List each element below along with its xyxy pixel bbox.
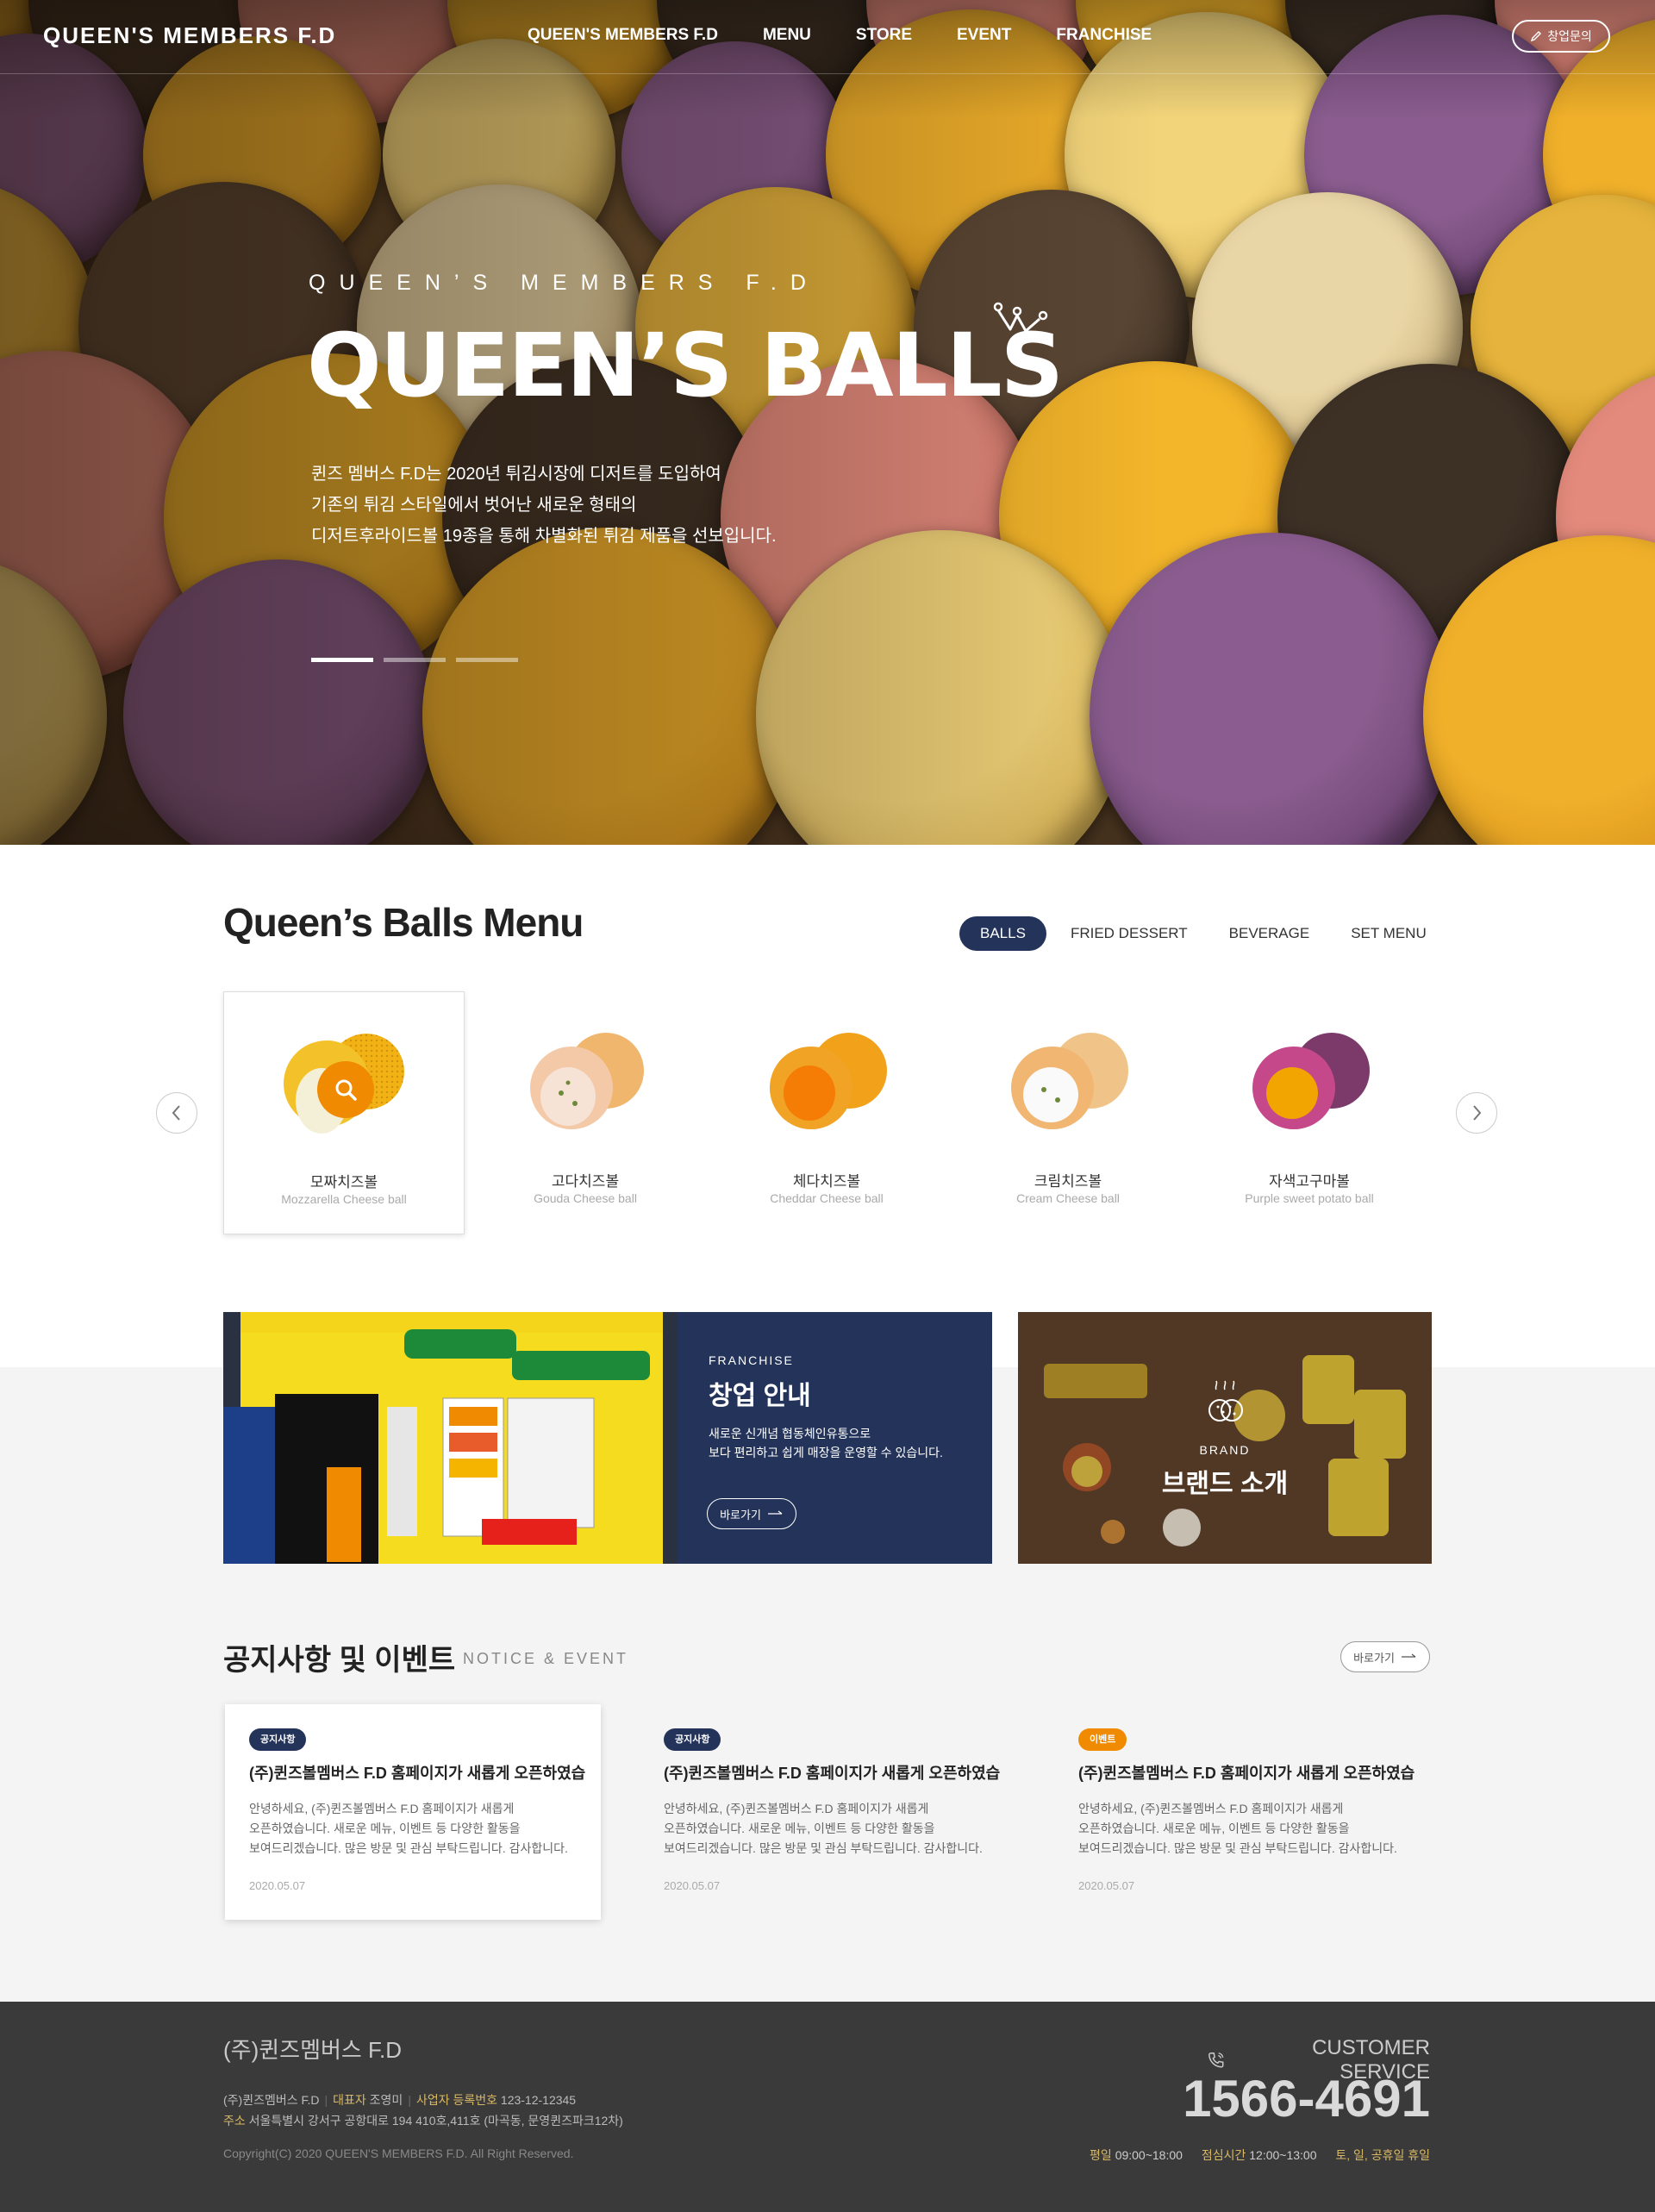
product-card-purple-potato[interactable]: 자색고구마볼 Purple sweet potato ball <box>1189 991 1430 1234</box>
tab-fried-dessert[interactable]: FRIED DESSERT <box>1050 916 1208 951</box>
hero-description: 퀸즈 멤버스 F.D는 2020년 튀김시장에 디저트를 도입하여 기존의 튀김… <box>311 465 777 546</box>
event-body: 안녕하세요, (주)퀸즈볼멤버스 F.D 홈페이지가 새롭게 오픈하였습니다. … <box>1078 1802 1397 1855</box>
crown-icon <box>993 302 1048 333</box>
tab-set-menu[interactable]: SET MENU <box>1330 916 1447 951</box>
brand-title: 브랜드 소개 <box>1161 1470 1289 1498</box>
chevron-right-icon <box>1473 1105 1482 1121</box>
notice-body: 안녕하세요, (주)퀸즈볼멤버스 F.D 홈페이지가 새롭게 오픈하였습니다. … <box>249 1802 568 1855</box>
customer-service-phone[interactable]: 1566-4691 <box>1121 2069 1430 2128</box>
nav-item-event[interactable]: EVENT <box>957 26 1011 45</box>
notice-title: (주)퀸즈볼멤버스 F.D 홈페이지가 새롭게 오픈하였습... <box>664 1765 1000 1782</box>
brand-ball-icon <box>1208 1380 1243 1422</box>
notice-title: (주)퀸즈볼멤버스 F.D 홈페이지가 새롭게 오픈하였습... <box>249 1765 585 1782</box>
nav-item-franchise[interactable]: FRANCHISE <box>1056 26 1152 45</box>
hero-banner: QUEEN'S MEMBERS F.D QUEEN'S MEMBERS F.D … <box>0 0 1655 845</box>
product-name: 자색고구마볼 <box>1269 1173 1350 1190</box>
customer-service-hours: 평일 09:00~18:00 점심시간 12:00~13:00 토, 일, 공휴… <box>1090 2148 1430 2162</box>
top-navigation-bar: QUEEN'S MEMBERS F.D QUEEN'S MEMBERS F.D … <box>0 0 1655 74</box>
site-logo[interactable]: QUEEN'S MEMBERS F.D <box>43 22 336 49</box>
brand-photo <box>1018 1312 1432 1564</box>
carousel-prev-button[interactable] <box>156 1092 197 1134</box>
notice-more-button[interactable]: 바로가기 <box>1340 1641 1430 1672</box>
footer-logo: (주)퀸즈멤버스 F.D <box>223 2037 403 2063</box>
site-footer: (주)퀸즈멤버스 F.D (주)퀸즈멤버스 F.D | 대표자 조영미 | 사업자 등록… <box>0 2002 1655 2212</box>
product-card-cheddar[interactable]: 체다치즈볼 Cheddar Cheese ball <box>706 991 947 1234</box>
cheddar-ball-image <box>770 1033 887 1129</box>
product-name: 크림치즈볼 <box>1034 1173 1102 1190</box>
nav-item-store[interactable]: STORE <box>856 26 912 45</box>
footer-address: 주소 서울특별시 강서구 공항대로 194 410호,411호 (마곡동, 문영… <box>223 2114 623 2128</box>
nav-item-about[interactable]: QUEEN'S MEMBERS F.D <box>528 26 718 45</box>
purple-potato-ball-image <box>1252 1033 1370 1129</box>
pencil-icon <box>1531 31 1542 42</box>
notice-badge: 공지사항 <box>249 1728 307 1751</box>
product-card-gouda[interactable]: 고다치즈볼 Gouda Cheese ball <box>465 991 706 1234</box>
cream-ball-image <box>1011 1033 1128 1129</box>
store-illustration <box>223 1312 677 1564</box>
consult-label: 창업문의 <box>1547 29 1592 43</box>
product-name: 고다치즈볼 <box>551 1173 620 1190</box>
chevron-left-icon <box>172 1105 180 1121</box>
franchise-description: 새로운 신개념 협동체인유통으로 보다 편리하고 쉽게 매장을 운영할 수 있습… <box>709 1427 943 1459</box>
main-nav: QUEEN'S MEMBERS F.D MENU STORE EVENT FRA… <box>528 26 1196 45</box>
phone-icon <box>1208 2053 1224 2068</box>
slide-dot-3[interactable] <box>456 658 518 662</box>
slide-dot-1[interactable] <box>311 658 373 662</box>
event-date: 2020.05.07 <box>1078 1879 1135 1892</box>
gouda-ball-image <box>530 1033 644 1129</box>
menu-section-title: Queen’s Balls Menu <box>223 900 584 945</box>
product-name-en: Gouda Cheese ball <box>534 1191 637 1205</box>
product-card-cream[interactable]: 크림치즈볼 Cream Cheese ball <box>947 991 1189 1234</box>
tab-balls[interactable]: BALLS <box>959 916 1046 951</box>
product-name: 체다치즈볼 <box>792 1173 861 1190</box>
carousel-next-button[interactable] <box>1456 1092 1497 1134</box>
footer-copyright: Copyright(C) 2020 QUEEN'S MEMBERS F.D. A… <box>223 2146 574 2160</box>
event-badge: 이벤트 <box>1078 1728 1127 1751</box>
notice-badge: 공지사항 <box>664 1728 721 1751</box>
zoom-button[interactable] <box>317 1061 374 1118</box>
arrow-right-icon <box>767 1510 783 1515</box>
nav-item-menu[interactable]: MENU <box>763 26 811 45</box>
tab-beverage[interactable]: BEVERAGE <box>1208 916 1331 951</box>
brand-panel[interactable]: BRAND 브랜드 소개 <box>1018 1312 1432 1564</box>
notice-section-subtitle: NOTICE & EVENT <box>463 1650 629 1667</box>
notice-section-title: 공지사항 및 이벤트 <box>223 1644 456 1677</box>
footer-company-info: (주)퀸즈멤버스 F.D | 대표자 조영미 | 사업자 등록번호 123-12-123… <box>223 2093 577 2107</box>
product-name-en: Cheddar Cheese ball <box>770 1191 884 1205</box>
franchise-title: 창업 안내 <box>709 1382 811 1410</box>
notice-body: 안녕하세요, (주)퀸즈볼멤버스 F.D 홈페이지가 새롭게 오픈하였습니다. … <box>664 1802 983 1855</box>
product-name: 모짜치즈볼 <box>309 1174 378 1190</box>
event-card[interactable]: 이벤트 (주)퀸즈볼멤버스 F.D 홈페이지가 새롭게 오픈하였습... 안녕하… <box>1054 1704 1430 1920</box>
product-card-mozzarella[interactable]: 모짜치즈볼 Mozzarella Cheese ball <box>223 991 465 1234</box>
store-photo[interactable] <box>223 1312 677 1564</box>
menu-tabs: BALLS FRIED DESSERT BEVERAGE SET MENU <box>959 916 1447 951</box>
notice-date: 2020.05.07 <box>249 1879 306 1892</box>
franchise-label: FRANCHISE <box>709 1353 794 1367</box>
consult-button[interactable]: 창업문의 <box>1512 20 1610 53</box>
search-icon <box>335 1079 357 1101</box>
notice-card[interactable]: 공지사항 (주)퀸즈볼멤버스 F.D 홈페이지가 새롭게 오픈하였습... 안녕… <box>225 1704 601 1920</box>
brand-label: BRAND <box>1199 1443 1251 1457</box>
notice-date: 2020.05.07 <box>664 1879 721 1892</box>
hero-title: QUEEN’S BALLS <box>307 315 1064 417</box>
franchise-panel: FRANCHISE 창업 안내 새로운 신개념 협동체인유통으로 보다 편리하고… <box>677 1312 992 1564</box>
notice-card[interactable]: 공지사항 (주)퀸즈볼멤버스 F.D 홈페이지가 새롭게 오픈하였습... 안녕… <box>640 1704 1015 1920</box>
hero-subtitle: QUEEN’S MEMBERS F.D <box>309 271 820 295</box>
franchise-more-button[interactable]: 바로가기 <box>707 1498 796 1529</box>
slide-dot-2[interactable] <box>384 658 446 662</box>
event-title: (주)퀸즈볼멤버스 F.D 홈페이지가 새롭게 오픈하였습... <box>1078 1765 1415 1782</box>
slide-indicator <box>311 658 518 662</box>
product-name-en: Cream Cheese ball <box>1016 1191 1120 1205</box>
product-name-en: Purple sweet potato ball <box>1245 1191 1374 1205</box>
product-name-en: Mozzarella Cheese ball <box>281 1192 407 1206</box>
arrow-right-icon <box>1401 1653 1416 1658</box>
